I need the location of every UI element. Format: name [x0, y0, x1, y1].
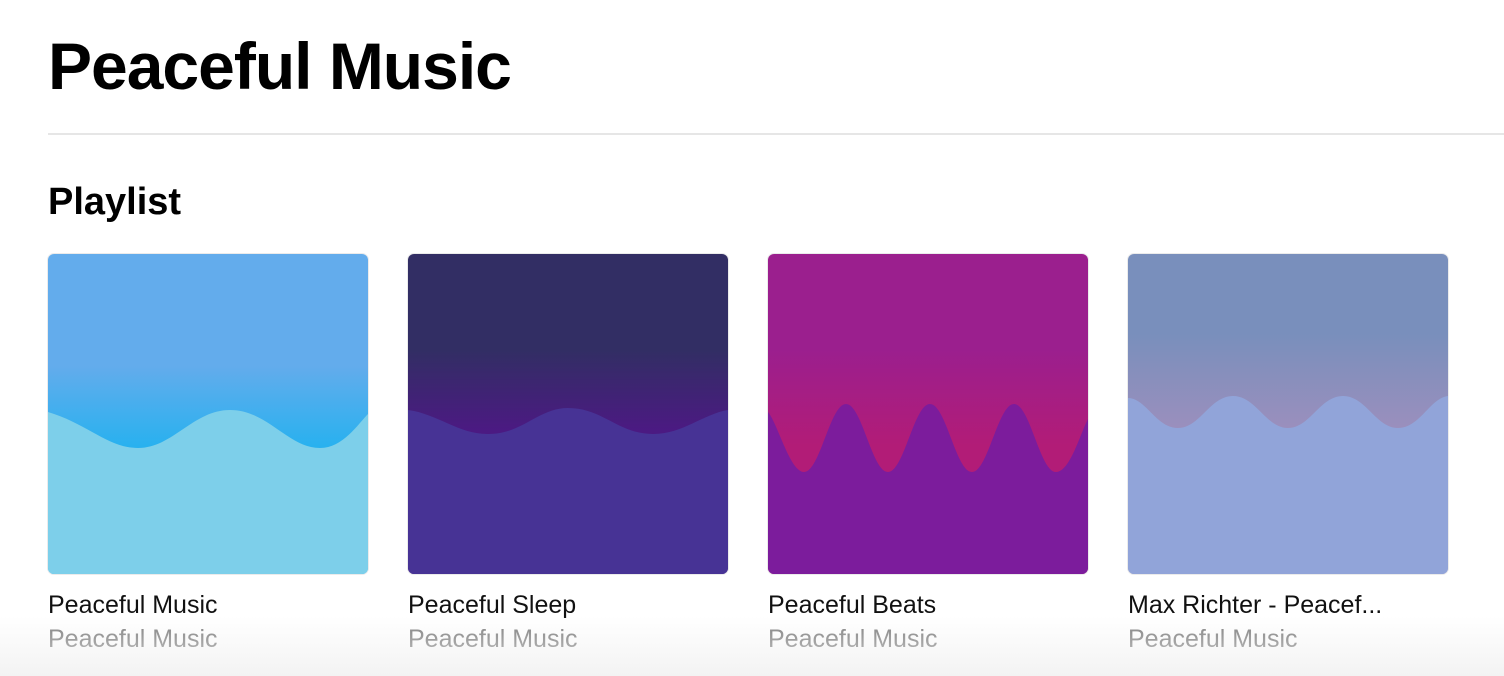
playlist-title[interactable]: Peaceful Sleep [408, 590, 728, 620]
playlist-card[interactable]: Peaceful Beats Peaceful Music [768, 254, 1088, 654]
playlist-card[interactable]: Max Richter - Peacef... Peaceful Music [1128, 254, 1448, 654]
playlist-curator[interactable]: Peaceful Music [768, 624, 1088, 654]
playlist-artwork[interactable] [1128, 254, 1448, 574]
playlist-artwork[interactable] [408, 254, 728, 574]
playlist-curator[interactable]: Peaceful Music [1128, 624, 1448, 654]
playlist-curator[interactable]: Peaceful Music [408, 624, 728, 654]
playlist-card[interactable]: Peaceful Music Peaceful Music [48, 254, 368, 654]
playlist-grid: Peaceful Music Peaceful Music Peaceful S… [48, 254, 1448, 654]
page-title: Peaceful Music [48, 29, 512, 103]
playlist-card[interactable]: Peaceful Sleep Peaceful Music [408, 254, 728, 654]
playlist-title[interactable]: Max Richter - Peacef... [1128, 590, 1448, 620]
playlist-title[interactable]: Peaceful Music [48, 590, 368, 620]
playlist-artwork[interactable] [768, 254, 1088, 574]
page: Peaceful Music Playlist Peaceful Music P… [0, 0, 1504, 676]
header-divider [48, 133, 1504, 135]
playlist-curator[interactable]: Peaceful Music [48, 624, 368, 654]
playlist-artwork[interactable] [48, 254, 368, 574]
section-title: Playlist [48, 181, 182, 223]
playlist-title[interactable]: Peaceful Beats [768, 590, 1088, 620]
